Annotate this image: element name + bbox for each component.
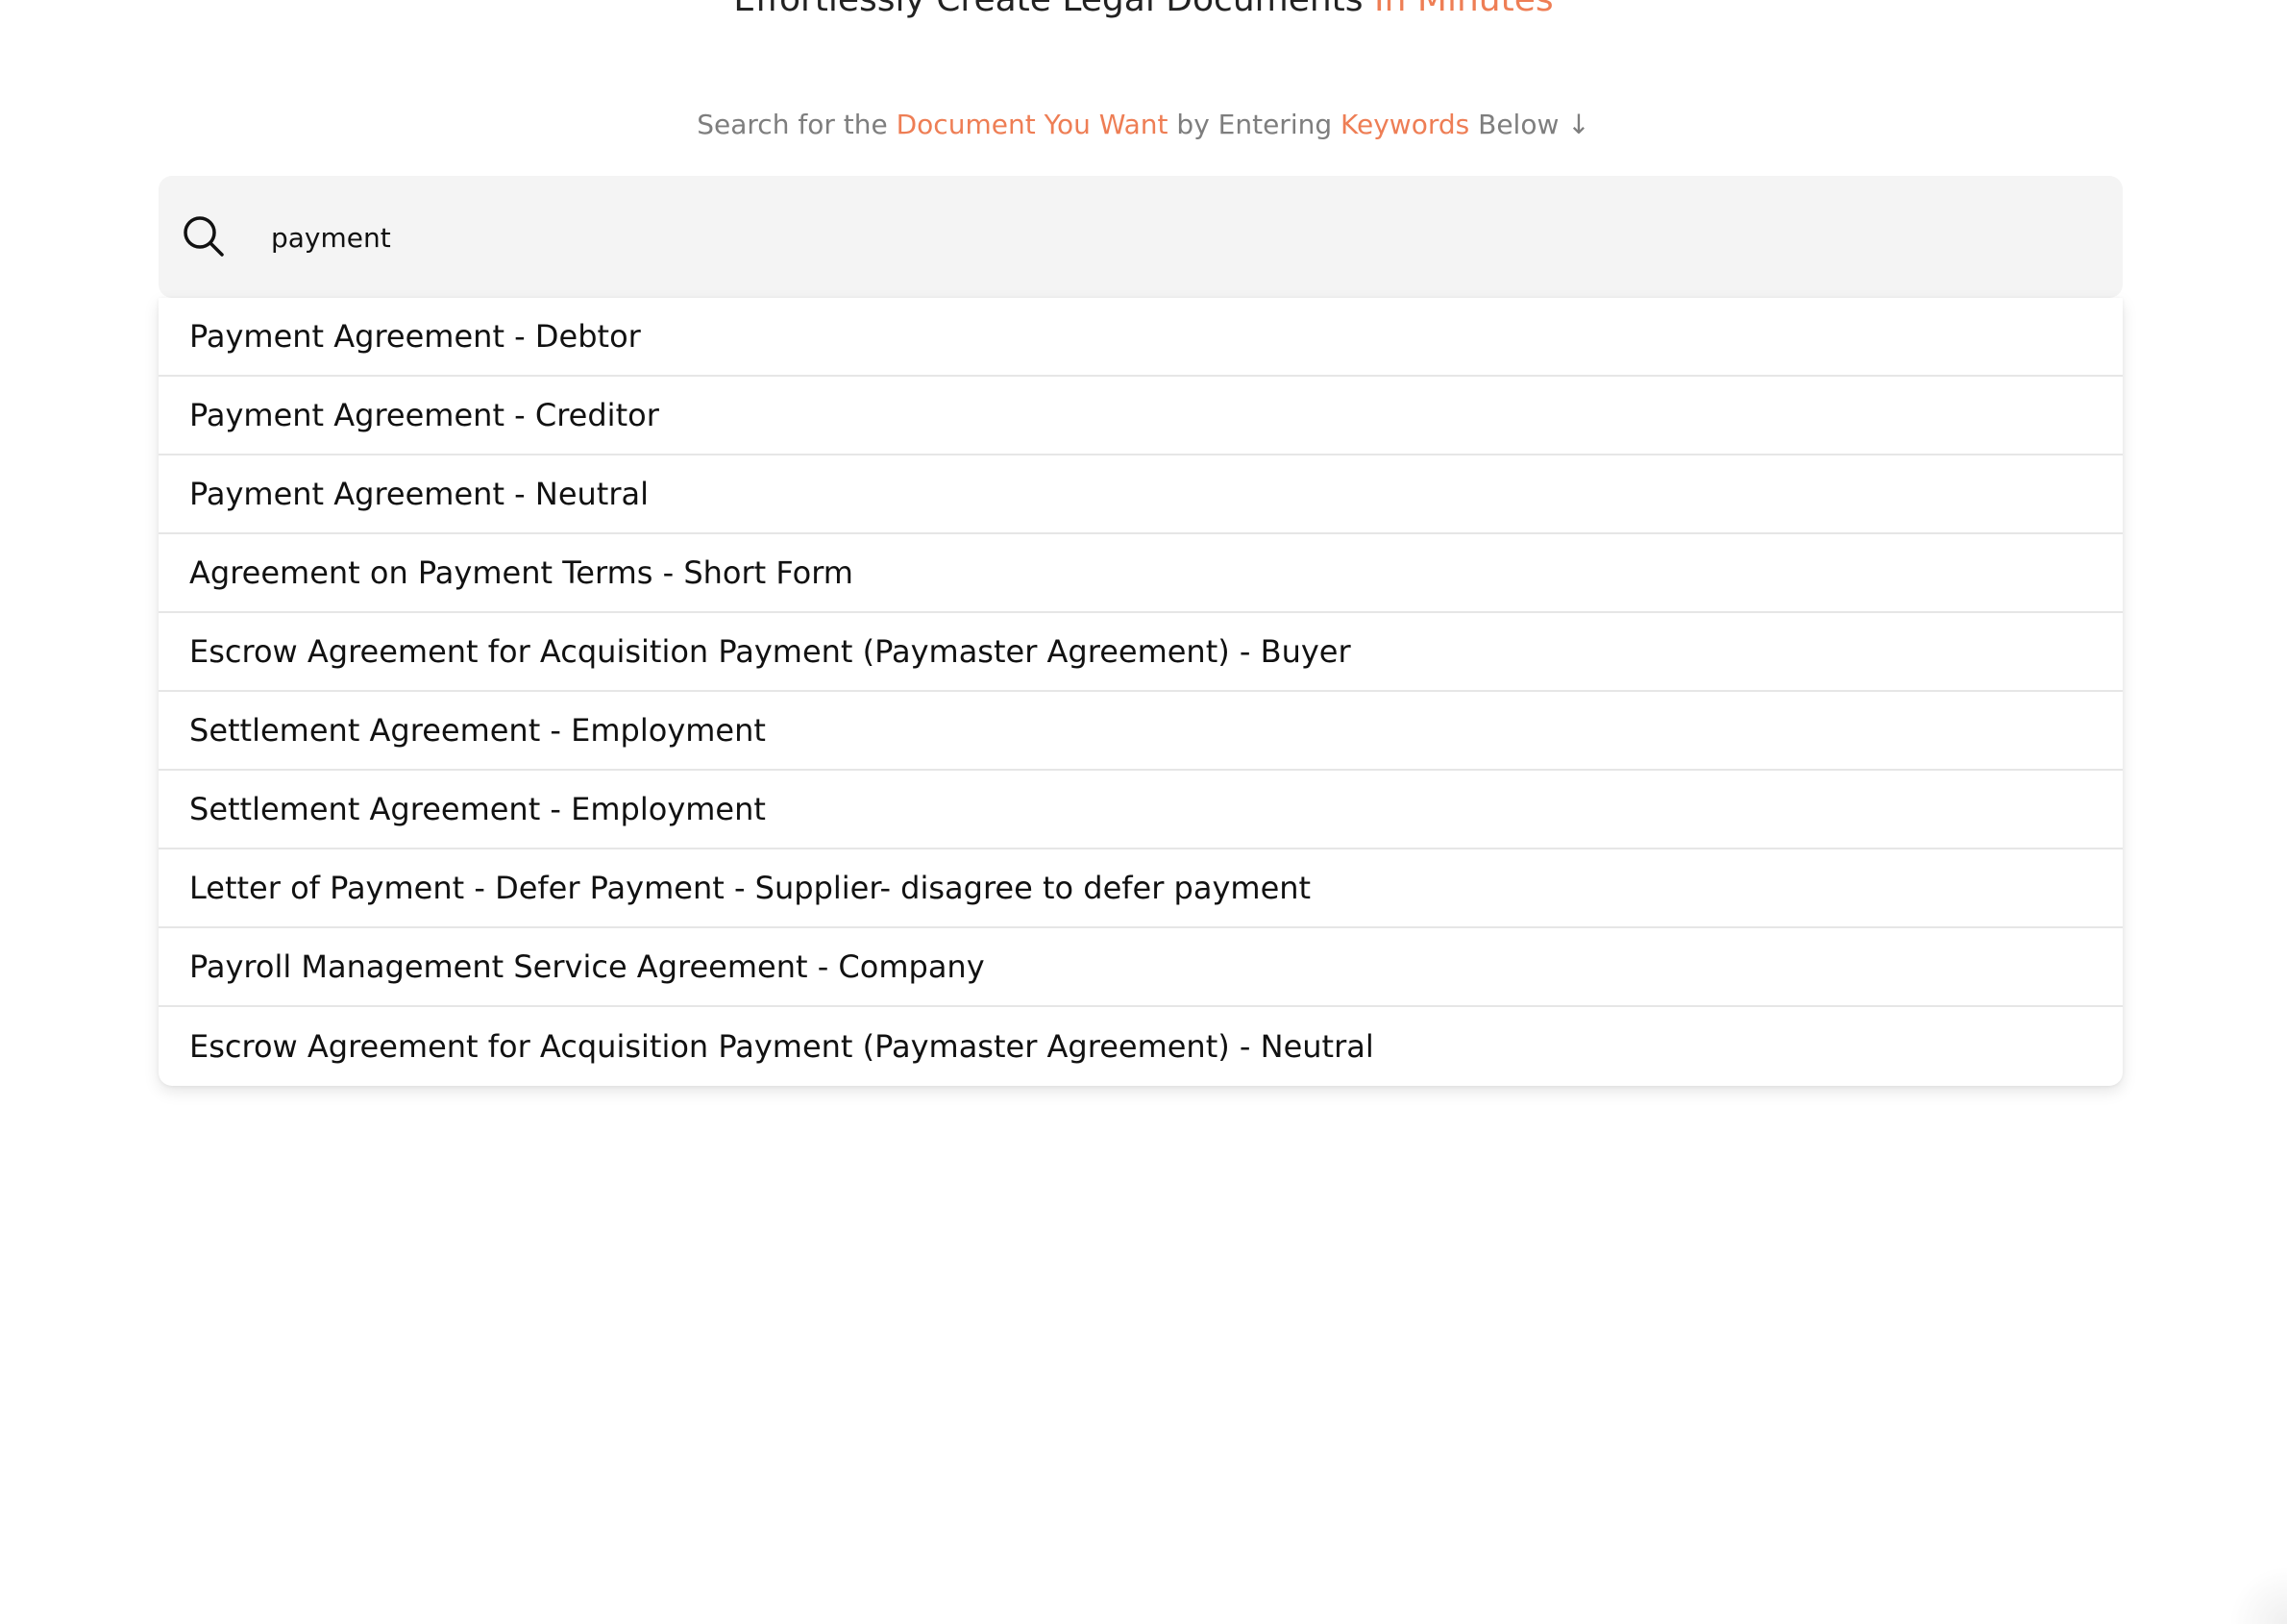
search-instructions: Search for the Document You Want by Ente… bbox=[0, 106, 2287, 144]
search-result-item[interactable]: Payroll Management Service Agreement - C… bbox=[159, 928, 2123, 1007]
search-icon[interactable] bbox=[180, 212, 228, 260]
search-result-item[interactable]: Payment Agreement - Creditor bbox=[159, 377, 2123, 455]
search-result-item[interactable]: Agreement on Payment Terms - Short Form bbox=[159, 534, 2123, 613]
search-result-item[interactable]: Payment Agreement - Debtor bbox=[159, 298, 2123, 377]
instructions-accent-keywords: Keywords bbox=[1340, 109, 1470, 140]
search-results-dropdown: Payment Agreement - Debtor Payment Agreem… bbox=[159, 298, 2123, 1086]
search-input[interactable] bbox=[271, 209, 2078, 266]
search-result-item[interactable]: Settlement Agreement - Employment bbox=[159, 771, 2123, 849]
instructions-part-1: Search for the bbox=[697, 109, 888, 140]
search-result-item[interactable]: Escrow Agreement for Acquisition Payment… bbox=[159, 1007, 2123, 1086]
page-title: Effortlessly Create Legal Documents In M… bbox=[0, 0, 2287, 25]
corner-shadow bbox=[2229, 1566, 2287, 1624]
search-bar[interactable] bbox=[159, 176, 2123, 298]
search-result-item[interactable]: Payment Agreement - Neutral bbox=[159, 455, 2123, 534]
page-title-text: Effortlessly Create Legal Documents bbox=[733, 0, 1363, 19]
instructions-part-3: Below ↓ bbox=[1478, 109, 1590, 140]
search-result-item[interactable]: Escrow Agreement for Acquisition Payment… bbox=[159, 613, 2123, 692]
page-title-accent: In Minutes bbox=[1374, 0, 1554, 19]
instructions-part-2: by Entering bbox=[1176, 109, 1333, 140]
instructions-accent-document: Document You Want bbox=[896, 109, 1168, 140]
search-result-item[interactable]: Settlement Agreement - Employment bbox=[159, 692, 2123, 771]
page: Effortlessly Create Legal Documents In M… bbox=[0, 0, 2287, 1624]
search-result-item[interactable]: Letter of Payment - Defer Payment - Supp… bbox=[159, 849, 2123, 928]
